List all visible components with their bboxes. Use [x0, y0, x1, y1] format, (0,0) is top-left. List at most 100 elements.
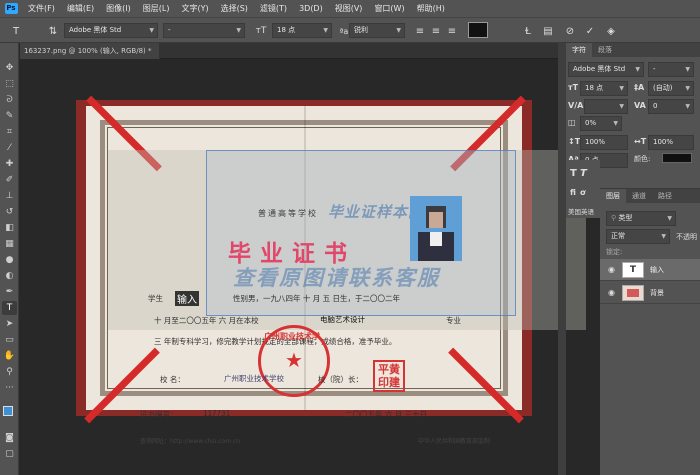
crop-tool-icon[interactable]: ⌗ — [2, 125, 17, 139]
align-right-icon[interactable]: ≡ — [444, 23, 460, 39]
menu-select[interactable]: 选择(S) — [215, 3, 254, 14]
menu-type[interactable]: 文字(Y) — [175, 3, 214, 14]
footer-website: 查询网址：http://www.chsi.com.cn — [140, 438, 241, 445]
layer-row-background[interactable]: ◉ 背景 — [600, 282, 700, 304]
editing-text-input[interactable]: 输入 — [175, 291, 199, 306]
visibility-eye-icon[interactable]: ◉ — [608, 288, 615, 297]
more-tools-icon[interactable]: ··· — [2, 381, 17, 395]
menu-edit[interactable]: 编辑(E) — [61, 3, 100, 14]
cert-number: 117731 — [203, 409, 231, 418]
menu-view[interactable]: 视图(V) — [329, 3, 369, 14]
tracking-icon: VA — [634, 101, 646, 110]
char-font-family-select[interactable]: Adobe 黑体 Std ▼ — [568, 62, 644, 77]
type-tool-preset-icon[interactable]: T — [8, 23, 24, 39]
tab-paths[interactable]: 路径 — [652, 189, 678, 203]
gradient-tool-icon[interactable]: ▦ — [2, 237, 17, 251]
collapsed-panel-dock[interactable] — [558, 43, 566, 475]
char-tsume-select[interactable]: 0% ▼ — [580, 116, 622, 131]
char-horizontal-scale-input[interactable]: 100% — [648, 135, 694, 150]
school-name: 广州职业技术学校 — [224, 374, 284, 383]
marquee-tool-icon[interactable]: ⬚ — [2, 77, 17, 91]
blur-tool-icon[interactable]: ● — [2, 253, 17, 267]
quick-select-tool-icon[interactable]: ✎ — [2, 109, 17, 123]
char-vertical-scale-input[interactable]: 100% — [580, 135, 628, 150]
foreground-color-swatch[interactable] — [3, 406, 13, 416]
char-panel-toggle-icon[interactable]: ▤ — [540, 23, 556, 39]
char-tracking-select[interactable]: 0 ▼ — [648, 99, 694, 114]
tab-channels[interactable]: 通道 — [626, 189, 652, 203]
screen-mode-icon[interactable]: ▢ — [2, 447, 17, 461]
char-font-style-select[interactable]: - ▼ — [648, 62, 694, 77]
menu-3d[interactable]: 3D(D) — [293, 4, 329, 13]
3d-text-icon[interactable]: ◈ — [603, 23, 619, 39]
vertical-scale-icon: ↕T — [568, 137, 581, 146]
layers-panel: 图层 通道 路径 ⚲ 类型 ▼ 正常 ▼ 不透明 锁定: ◉ T 输入 ◉ 背景 — [600, 188, 700, 475]
char-kerning-select[interactable]: ▼ — [584, 99, 628, 114]
tab-character[interactable]: 字符 — [566, 43, 592, 57]
menu-help[interactable]: 帮助(H) — [411, 3, 451, 14]
rectangle-tool-icon[interactable]: ▭ — [2, 333, 17, 347]
toggle-orientation-icon[interactable]: ⇅ — [45, 23, 61, 39]
menu-image[interactable]: 图像(I) — [100, 3, 137, 14]
document-tab[interactable]: 163237.png @ 100% (输入, RGB/8) * — [20, 43, 160, 59]
char-color-swatch[interactable] — [662, 153, 692, 163]
line1-prefix: 学生 — [148, 294, 163, 303]
blend-mode-select[interactable]: 正常 ▼ — [606, 229, 670, 244]
healing-brush-tool-icon[interactable]: ✚ — [2, 157, 17, 171]
kerning-icon: V/A — [568, 101, 584, 110]
font-size-icon: тT — [255, 26, 267, 36]
warp-text-icon[interactable]: Ɫ — [520, 23, 536, 39]
layer-filter-select[interactable]: ⚲ 类型 ▼ — [606, 211, 676, 226]
language-select[interactable]: 美国英语 — [568, 206, 594, 216]
menu-window[interactable]: 窗口(W) — [368, 3, 410, 14]
options-bar: T ⇅ Adobe 黑体 Std ▼ - ▼ тT 18 点 ▼ ªa 锐利 ▼ ≡ ≡… — [0, 17, 700, 43]
history-brush-tool-icon[interactable]: ↺ — [2, 205, 17, 219]
layer-name: 输入 — [650, 266, 664, 274]
char-leading-select[interactable]: (自动) ▼ — [648, 81, 694, 96]
faux-bold-icon[interactable]: T — [570, 168, 577, 179]
pen-tool-icon[interactable]: ✒ — [2, 285, 17, 299]
dodge-tool-icon[interactable]: ◐ — [2, 269, 17, 283]
visibility-eye-icon[interactable]: ◉ — [608, 265, 615, 274]
brush-tool-icon[interactable]: ✐ — [2, 173, 17, 187]
commit-edit-icon[interactable]: ✓ — [582, 23, 598, 39]
ligature-icon[interactable]: fi — [570, 188, 576, 197]
tab-paragraph[interactable]: 段落 — [592, 43, 618, 57]
menu-filter[interactable]: 滤镜(T) — [254, 3, 293, 14]
layer-name: 背景 — [650, 289, 664, 297]
quick-mask-icon[interactable]: ◙ — [2, 431, 17, 445]
char-size-select[interactable]: 18 点 ▼ — [580, 81, 628, 96]
font-size-select[interactable]: 18 点 ▼ — [272, 23, 332, 38]
ordinals-icon[interactable]: ơ — [580, 188, 586, 197]
tab-layers[interactable]: 图层 — [600, 189, 626, 203]
align-center-icon[interactable]: ≡ — [428, 23, 444, 39]
opacity-label: 不透明 — [676, 233, 697, 241]
path-select-tool-icon[interactable]: ➤ — [2, 317, 17, 331]
hand-tool-icon[interactable]: ✋ — [2, 349, 17, 363]
layer-row-text[interactable]: ◉ T 输入 — [600, 259, 700, 281]
menu-layer[interactable]: 图层(L) — [137, 3, 176, 14]
photoshop-logo: Ps — [4, 3, 18, 14]
type-tool-icon[interactable]: T — [2, 301, 17, 315]
font-style-select[interactable]: - ▼ — [163, 23, 245, 38]
line2-dates: 十 月至二〇〇五年 六 月在本校 — [154, 316, 259, 325]
cert-header: 普通高等学校 — [258, 209, 318, 218]
align-left-icon[interactable]: ≡ — [412, 23, 428, 39]
student-photo — [410, 196, 462, 261]
cancel-edit-icon[interactable]: ⊘ — [562, 23, 578, 39]
zoom-tool-icon[interactable]: ⚲ — [2, 365, 17, 379]
principal-stamp: 平黄印建 — [373, 360, 405, 392]
lasso-tool-icon[interactable]: ᘐ — [2, 93, 17, 107]
eraser-tool-icon[interactable]: ◧ — [2, 221, 17, 235]
leading-icon: ‡A — [634, 83, 645, 92]
text-color-swatch[interactable] — [468, 22, 488, 38]
text-layer-thumbnail: T — [622, 262, 644, 278]
menu-file[interactable]: 文件(F) — [22, 3, 61, 14]
faux-italic-icon[interactable]: T — [580, 168, 587, 179]
eyedropper-tool-icon[interactable]: ⁄ — [2, 141, 17, 155]
move-tool-icon[interactable]: ✥ — [2, 61, 17, 75]
anti-alias-select[interactable]: 锐利 ▼ — [349, 23, 405, 38]
stamp-tool-icon[interactable]: ⊥ — [2, 189, 17, 203]
font-family-select[interactable]: Adobe 黑体 Std ▼ — [64, 23, 158, 38]
layers-panel-tabs: 图层 通道 路径 — [600, 189, 700, 203]
